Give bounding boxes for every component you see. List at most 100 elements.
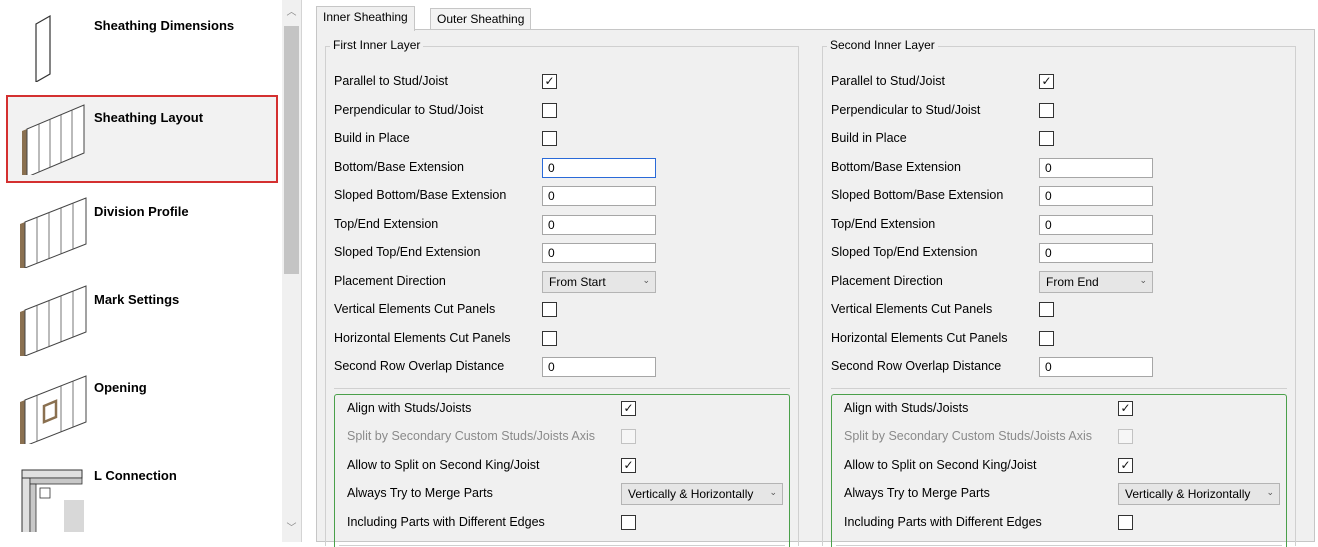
nav-scrollbar-thumb[interactable] [284, 26, 299, 274]
field-label-vertical-elements-cut-panels: Vertical Elements Cut Panels [334, 302, 495, 316]
always-try-to-merge-parts-dropdown[interactable]: Vertically & Horizontally ⌄ [1118, 483, 1280, 505]
field-label-perpendicular-to-stud-joist: Perpendicular to Stud/Joist [334, 103, 483, 117]
division-profile-icon [14, 196, 94, 268]
sheathing-layout-icon [14, 103, 94, 175]
scroll-down-arrow-icon[interactable]: ﹀ [282, 520, 301, 538]
field-label-top-end-extension: Top/End Extension [831, 217, 935, 231]
check-mark-icon: ✓ [544, 74, 554, 88]
field-label-sloped-top-end-extension: Sloped Top/End Extension [334, 245, 480, 259]
field-label-vertical-elements-cut-panels: Vertical Elements Cut Panels [831, 302, 992, 316]
field-label-second-row-overlap-distance: Second Row Overlap Distance [334, 359, 504, 373]
allow-to-split-on-second-king-joist-checkbox[interactable]: ✓ [1118, 458, 1133, 473]
including-parts-with-different-edges-checkbox[interactable] [621, 515, 636, 530]
check-mark-icon: ✓ [1041, 74, 1051, 88]
field-label-allow-to-split-on-second-king-joist: Allow to Split on Second King/Joist [844, 458, 1036, 472]
chevron-down-icon: ⌄ [642, 275, 650, 286]
chevron-down-icon: ⌄ [1266, 487, 1274, 498]
field-label-horizontal-elements-cut-panels: Horizontal Elements Cut Panels [831, 331, 1007, 345]
parallel-to-stud-joist-checkbox[interactable]: ✓ [1039, 74, 1054, 89]
field-label-second-row-overlap-distance: Second Row Overlap Distance [831, 359, 1001, 373]
nav-item-division-profile[interactable]: Division Profile [6, 188, 278, 276]
field-label-sloped-bottom-base-extension: Sloped Bottom/Base Extension [831, 188, 1003, 202]
check-mark-icon: ✓ [1120, 458, 1130, 472]
sloped-top-end-extension-input[interactable]: 0 [1039, 243, 1153, 263]
settings-category-list: Sheathing Dimensions Sheathing Layout Di… [0, 0, 302, 542]
field-label-perpendicular-to-stud-joist: Perpendicular to Stud/Joist [831, 103, 980, 117]
bottom-base-extension-input[interactable]: 0 [542, 158, 656, 178]
dropdown-selected-value: Vertically & Horizontally [628, 487, 753, 501]
field-label-split-by-secondary-custom-studs-joists-axis: Split by Secondary Custom Studs/Joists A… [347, 429, 595, 443]
field-label-always-try-to-merge-parts: Always Try to Merge Parts [844, 486, 990, 500]
field-label-parallel-to-stud-joist: Parallel to Stud/Joist [831, 74, 945, 88]
nav-item-opening[interactable]: Opening [6, 364, 278, 452]
section-divider [831, 388, 1287, 389]
allow-to-split-on-second-king-joist-checkbox[interactable]: ✓ [621, 458, 636, 473]
sloped-top-end-extension-input[interactable]: 0 [542, 243, 656, 263]
tab-inner-sheathing[interactable]: Inner Sheathing [316, 6, 415, 31]
section-divider [334, 388, 790, 389]
build-in-place-checkbox[interactable] [1039, 131, 1054, 146]
group-title: First Inner Layer [330, 38, 423, 52]
perpendicular-to-stud-joist-checkbox[interactable] [1039, 103, 1054, 118]
field-label-parallel-to-stud-joist: Parallel to Stud/Joist [334, 74, 448, 88]
split-merge-options-group: Align with Studs/Joists✓Split by Seconda… [334, 394, 790, 547]
field-label-build-in-place: Build in Place [334, 131, 410, 145]
check-mark-icon: ✓ [1120, 401, 1130, 415]
dropdown-selected-value: From End [1046, 275, 1099, 289]
field-label-sloped-bottom-base-extension: Sloped Bottom/Base Extension [334, 188, 506, 202]
nav-item-mark-settings[interactable]: Mark Settings [6, 276, 278, 364]
field-label-bottom-base-extension: Bottom/Base Extension [334, 160, 464, 174]
field-label-including-parts-with-different-edges: Including Parts with Different Edges [844, 515, 1042, 529]
nav-item-label: Sheathing Dimensions [94, 18, 234, 33]
dropdown-selected-value: From Start [549, 275, 606, 289]
nav-item-label: Opening [94, 380, 147, 395]
field-label-including-parts-with-different-edges: Including Parts with Different Edges [347, 515, 545, 529]
nav-item-sheathing-layout[interactable]: Sheathing Layout [6, 95, 278, 183]
field-label-horizontal-elements-cut-panels: Horizontal Elements Cut Panels [334, 331, 510, 345]
including-parts-with-different-edges-checkbox[interactable] [1118, 515, 1133, 530]
split-merge-options-group: Align with Studs/Joists✓Split by Seconda… [831, 394, 1287, 547]
mark-settings-icon [14, 284, 94, 356]
dropdown-selected-value: Vertically & Horizontally [1125, 487, 1250, 501]
scroll-up-arrow-icon[interactable]: ︿ [282, 4, 301, 22]
field-label-always-try-to-merge-parts: Always Try to Merge Parts [347, 486, 493, 500]
nav-item-label: Sheathing Layout [94, 110, 203, 125]
parallel-to-stud-joist-checkbox[interactable]: ✓ [542, 74, 557, 89]
split-by-secondary-custom-studs-joists-axis-checkbox [1118, 429, 1133, 444]
sloped-bottom-base-extension-input[interactable]: 0 [542, 186, 656, 206]
perpendicular-to-stud-joist-checkbox[interactable] [542, 103, 557, 118]
always-try-to-merge-parts-dropdown[interactable]: Vertically & Horizontally⌄ [621, 483, 783, 505]
field-label-build-in-place: Build in Place [831, 131, 907, 145]
second-row-overlap-distance-input[interactable]: 0 [542, 357, 656, 377]
placement-direction-dropdown[interactable]: From Start ⌄ [542, 271, 656, 293]
nav-scrollbar[interactable]: ︿ ﹀ [282, 0, 301, 542]
horizontal-elements-cut-panels-checkbox[interactable] [1039, 331, 1054, 346]
field-label-allow-to-split-on-second-king-joist: Allow to Split on Second King/Joist [347, 458, 539, 472]
section-divider [836, 545, 1282, 546]
nav-item-l-connection[interactable]: L Connection [6, 452, 278, 540]
vertical-elements-cut-panels-checkbox[interactable] [1039, 302, 1054, 317]
placement-direction-dropdown[interactable]: From End⌄ [1039, 271, 1153, 293]
bottom-base-extension-input[interactable]: 0 [1039, 158, 1153, 178]
check-mark-icon: ✓ [623, 401, 633, 415]
field-label-sloped-top-end-extension: Sloped Top/End Extension [831, 245, 977, 259]
align-with-studs-joists-checkbox[interactable]: ✓ [621, 401, 636, 416]
split-by-secondary-custom-studs-joists-axis-checkbox [621, 429, 636, 444]
horizontal-elements-cut-panels-checkbox[interactable] [542, 331, 557, 346]
first-inner-layer-group: First Inner Layer Parallel to Stud/Joist… [325, 46, 799, 546]
top-end-extension-input[interactable]: 0 [1039, 215, 1153, 235]
align-with-studs-joists-checkbox[interactable]: ✓ [1118, 401, 1133, 416]
top-end-extension-input[interactable]: 0 [542, 215, 656, 235]
nav-item-sheathing-dimensions[interactable]: Sheathing Dimensions [6, 2, 278, 90]
nav-item-label: Mark Settings [94, 292, 179, 307]
group-title: Second Inner Layer [827, 38, 938, 52]
section-divider [339, 545, 785, 546]
field-label-top-end-extension: Top/End Extension [334, 217, 438, 231]
second-row-overlap-distance-input[interactable]: 0 [1039, 357, 1153, 377]
tab-outer-sheathing[interactable]: Outer Sheathing [430, 8, 531, 29]
l-connection-icon [14, 460, 94, 532]
build-in-place-checkbox[interactable] [542, 131, 557, 146]
second-inner-layer-group: Second Inner Layer Parallel to Stud/Jois… [822, 46, 1296, 546]
sloped-bottom-base-extension-input[interactable]: 0 [1039, 186, 1153, 206]
vertical-elements-cut-panels-checkbox[interactable] [542, 302, 557, 317]
